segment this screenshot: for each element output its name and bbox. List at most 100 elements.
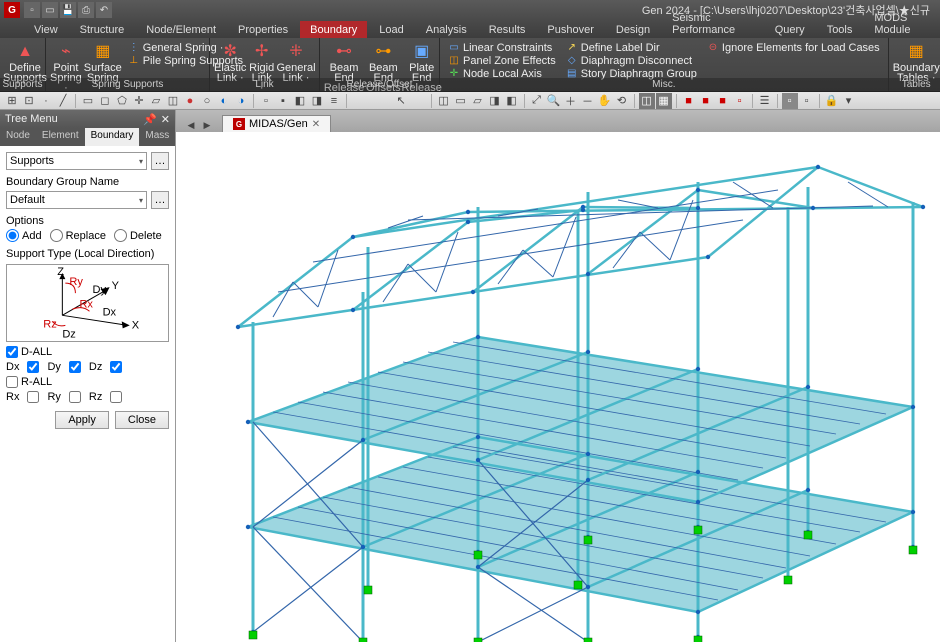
tab-load[interactable]: Load: [369, 21, 413, 38]
linear-constraints-button[interactable]: ▭Linear Constraints: [444, 41, 560, 54]
tool-inactive-icon[interactable]: ▪: [275, 93, 291, 109]
tool-red2-icon[interactable]: ■: [698, 93, 714, 109]
tool-plane-icon[interactable]: ▱: [148, 93, 164, 109]
tool-red4-icon[interactable]: ▫: [732, 93, 748, 109]
tool-top-icon[interactable]: ▱: [470, 93, 486, 109]
ry-checkbox[interactable]: [69, 391, 81, 403]
panel-zone-button[interactable]: ◫Panel Zone Effects: [444, 54, 560, 67]
boundary-group-more-button[interactable]: …: [151, 191, 169, 209]
rz-checkbox[interactable]: [110, 391, 122, 403]
tool-grid-icon[interactable]: ⊞: [4, 93, 20, 109]
apply-button[interactable]: Apply: [55, 411, 109, 429]
rx-checkbox[interactable]: [27, 391, 39, 403]
tool-iso-icon[interactable]: ◫: [436, 93, 452, 109]
surface-spring-icon: ▦: [92, 42, 114, 62]
tool-rotate-icon[interactable]: ⟲: [614, 93, 630, 109]
pile-spring-icon: ⊥: [128, 55, 140, 67]
tool-lock-icon[interactable]: 🔒: [824, 93, 840, 109]
tab-view[interactable]: View: [24, 21, 68, 38]
tree-pin-icon[interactable]: 📌: [143, 113, 157, 126]
d-all-checkbox[interactable]: D-ALL: [6, 346, 52, 358]
dx-checkbox[interactable]: [27, 361, 39, 373]
tab-boundary[interactable]: Boundary: [300, 21, 367, 38]
tool-right-icon[interactable]: ◨: [487, 93, 503, 109]
tool-zoom-in-icon[interactable]: ＋: [563, 93, 579, 109]
tool-zoom-out-icon[interactable]: －: [580, 93, 596, 109]
tab-design[interactable]: Design: [606, 21, 660, 38]
model-viewport[interactable]: [176, 132, 940, 642]
tab-pushover[interactable]: Pushover: [537, 21, 603, 38]
tab-results[interactable]: Results: [479, 21, 536, 38]
tab-structure[interactable]: Structure: [70, 21, 135, 38]
close-button[interactable]: Close: [115, 411, 169, 429]
group-release-label: Release/Offset: [320, 78, 439, 91]
tab-node-element[interactable]: Node/Element: [136, 21, 226, 38]
tab-query[interactable]: Query: [765, 21, 815, 38]
r-all-checkbox[interactable]: R-ALL: [6, 376, 52, 388]
tree-tab-mass[interactable]: Mass: [139, 128, 175, 146]
tool-red1-icon[interactable]: ■: [681, 93, 697, 109]
tab-analysis[interactable]: Analysis: [416, 21, 477, 38]
tool-g2-icon[interactable]: ▫: [799, 93, 815, 109]
tab-seismic[interactable]: Seismic Performance: [662, 9, 763, 38]
tool-drop-icon[interactable]: ▾: [841, 93, 857, 109]
support-icon: ▲: [14, 42, 36, 62]
tab-tools[interactable]: Tools: [817, 21, 863, 38]
tool-red3-icon[interactable]: ■: [715, 93, 731, 109]
diaphragm-disconnect-button[interactable]: ◇Diaphragm Disconnect: [562, 54, 701, 67]
tool-poly-icon[interactable]: ⬠: [114, 93, 130, 109]
dz-checkbox[interactable]: [110, 361, 122, 373]
qat-save-icon[interactable]: 💾: [60, 2, 76, 18]
tool-snap-icon[interactable]: ⊡: [21, 93, 37, 109]
option-delete[interactable]: Delete: [114, 229, 162, 242]
option-replace[interactable]: Replace: [50, 229, 106, 242]
tool-pan-icon[interactable]: ✋: [597, 93, 613, 109]
define-label-dir-button[interactable]: ↗Define Label Dir: [562, 41, 701, 54]
tool-active-icon[interactable]: ▫: [258, 93, 274, 109]
tool-zoom-fit-icon[interactable]: ⤢: [529, 93, 545, 109]
dy-checkbox[interactable]: [69, 361, 81, 373]
tool-window-icon[interactable]: ◻: [97, 93, 113, 109]
tool-shrink-icon[interactable]: ◫: [639, 93, 655, 109]
tool-front-icon[interactable]: ▭: [453, 93, 469, 109]
point-spring-icon: ⌁: [55, 42, 77, 62]
tree-tab-boundary[interactable]: Boundary: [85, 128, 140, 146]
doc-nav-left-icon[interactable]: ◀: [184, 118, 198, 132]
tool-all-icon[interactable]: ●: [182, 93, 198, 109]
document-tab[interactable]: G MIDAS/Gen ✕: [222, 115, 331, 132]
svg-text:Rz: Rz: [43, 318, 57, 330]
tool-prev-icon[interactable]: ◐: [216, 93, 232, 109]
tool-none-icon[interactable]: ○: [199, 93, 215, 109]
tool-hidden-icon[interactable]: ▦: [656, 93, 672, 109]
tool-select-icon[interactable]: ▭: [80, 93, 96, 109]
ignore-elements-button[interactable]: ⊝Ignore Elements for Load Cases: [703, 41, 884, 54]
tool-cross-icon[interactable]: ✛: [131, 93, 147, 109]
tool-invert-icon[interactable]: ◑: [233, 93, 249, 109]
tab-properties[interactable]: Properties: [228, 21, 298, 38]
tool-point-icon[interactable]: ·: [38, 93, 54, 109]
tool-volume-icon[interactable]: ◫: [165, 93, 181, 109]
doc-nav-right-icon[interactable]: ▶: [200, 118, 214, 132]
tool-cursor-icon[interactable]: ↖: [393, 93, 409, 109]
doc-close-icon[interactable]: ✕: [312, 119, 320, 130]
tool-identity-icon[interactable]: ≡: [326, 93, 342, 109]
supports-more-button[interactable]: …: [151, 152, 169, 170]
supports-dropdown[interactable]: Supports▾: [6, 152, 147, 170]
option-add[interactable]: Add: [6, 229, 42, 242]
tree-tab-node[interactable]: Node: [0, 128, 36, 146]
tool-line-icon[interactable]: ╱: [55, 93, 71, 109]
qat-new-icon[interactable]: ▫: [24, 2, 40, 18]
tool-g1-icon[interactable]: ▫: [782, 93, 798, 109]
boundary-group-dropdown[interactable]: Default▾: [6, 191, 147, 209]
tab-mods[interactable]: MODS Module: [864, 9, 940, 38]
tool-left-icon[interactable]: ◧: [504, 93, 520, 109]
qat-print-icon[interactable]: ⎙: [78, 2, 94, 18]
tool-zoom-window-icon[interactable]: 🔍: [546, 93, 562, 109]
tool-allactive-icon[interactable]: ◧: [292, 93, 308, 109]
tree-tab-element[interactable]: Element: [36, 128, 85, 146]
tool-layer-icon[interactable]: ☰: [757, 93, 773, 109]
tool-inverseactive-icon[interactable]: ◨: [309, 93, 325, 109]
qat-open-icon[interactable]: ▭: [42, 2, 58, 18]
tree-close-icon[interactable]: ✕: [161, 113, 170, 126]
qat-undo-icon[interactable]: ↶: [96, 2, 112, 18]
